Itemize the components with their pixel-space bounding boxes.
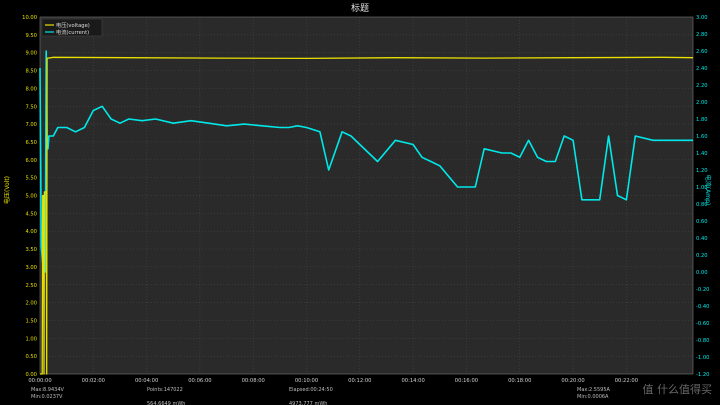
footer-stat: 4973.777 mWh [289,401,327,405]
right-tick-label: 1.80 [696,117,708,123]
legend-entry: 电流(current) [56,28,89,36]
chart-title: 标题 [351,2,369,14]
x-tick-label: 00:16:00 [455,378,478,384]
right-tick-label: -0.20 [696,287,709,293]
x-tick-label: 00:02:00 [82,378,105,384]
right-tick-label: 2.00 [696,100,708,106]
left-tick-label: 4.50 [25,211,37,217]
left-tick-label: 9.00 [25,51,37,57]
left-tick-label: 8.00 [25,86,37,92]
footer-stat: Points:147022 [147,387,183,393]
right-tick-label: 1.20 [696,168,708,174]
right-tick-label: 0.20 [696,253,708,259]
right-tick-label: 0.40 [696,236,708,242]
right-tick-label: 3.00 [696,15,708,21]
chart-root: 0.00 0.50 1.00 1.50 2.00 2.50 3.00 3.50 4.00 4.50… [0,0,720,405]
left-tick-label: 7.50 [25,104,37,110]
x-tick-label: 00:14:00 [401,378,424,384]
right-tick-label: 2.40 [696,66,708,72]
right-tick-label: -0.60 [696,321,709,327]
right-tick-label: 2.20 [696,83,708,89]
left-tick-label: 6.00 [25,158,37,164]
legend: 电压(voltage)电流(current) [41,18,103,37]
left-tick-label: 1.00 [25,336,37,342]
right-tick-label: 0.00 [696,270,708,276]
right-tick-label: -1.00 [696,355,709,361]
x-tick-label: 00:18:00 [508,378,531,384]
x-tick-label: 00:20:00 [561,378,584,384]
x-tick-label: 00:12:00 [348,378,371,384]
watermark: 值 什么值得买 [643,383,713,396]
x-tick-label: 00:04:00 [135,378,158,384]
left-tick-label: 9.50 [25,33,37,39]
left-tick-label: 3.50 [25,247,37,253]
right-axis-label: 电流(Amp) [704,175,712,205]
left-tick-label: 5.00 [25,194,37,200]
right-tick-label: 2.80 [696,32,708,38]
footer-stat: 564.6649 mWh [147,401,185,405]
x-tick-label: 00:10:00 [295,378,318,384]
right-tick-label: 0.60 [696,219,708,225]
left-axis-label: 电压(Volt) [3,176,11,204]
x-tick-label: 00:08:00 [242,378,265,384]
left-tick-label: 5.50 [25,176,37,182]
left-tick-label: 10.00 [22,15,37,21]
footer-stat: Elapsed:00:24:50 [289,387,333,393]
left-tick-label: 4.00 [25,229,37,235]
x-tick-label: 00:22:00 [615,378,638,384]
left-tick-label: 8.50 [25,69,37,75]
footer-stat: Min:0.0237V [31,394,63,400]
right-tick-label: 1.60 [696,134,708,140]
right-tick-label: 2.60 [696,49,708,55]
right-tick-label: -0.80 [696,338,709,344]
right-tick-label: 1.40 [696,151,708,157]
left-tick-label: 2.00 [25,301,37,307]
left-tick-label: 0.50 [25,354,37,360]
voltage-current-chart: 0.00 0.50 1.00 1.50 2.00 2.50 3.00 3.50 4.00 4.50… [0,0,720,405]
legend-entry: 电压(voltage) [56,21,90,29]
footer-stat: Max:2.5595A [577,387,611,393]
x-tick-label: 00:00:00 [28,378,51,384]
right-tick-label: -0.40 [696,304,709,310]
left-tick-label: 1.50 [25,318,37,324]
footer-stat: Max:8.9434V [31,387,65,393]
left-tick-label: 3.00 [25,265,37,271]
x-tick-label: 00:06:00 [188,378,211,384]
left-tick-label: 7.00 [25,122,37,128]
left-tick-label: 2.50 [25,283,37,289]
left-tick-label: 6.50 [25,140,37,146]
right-tick-label: -1.20 [696,372,709,378]
footer-stat: Min:0.0006A [577,394,609,400]
